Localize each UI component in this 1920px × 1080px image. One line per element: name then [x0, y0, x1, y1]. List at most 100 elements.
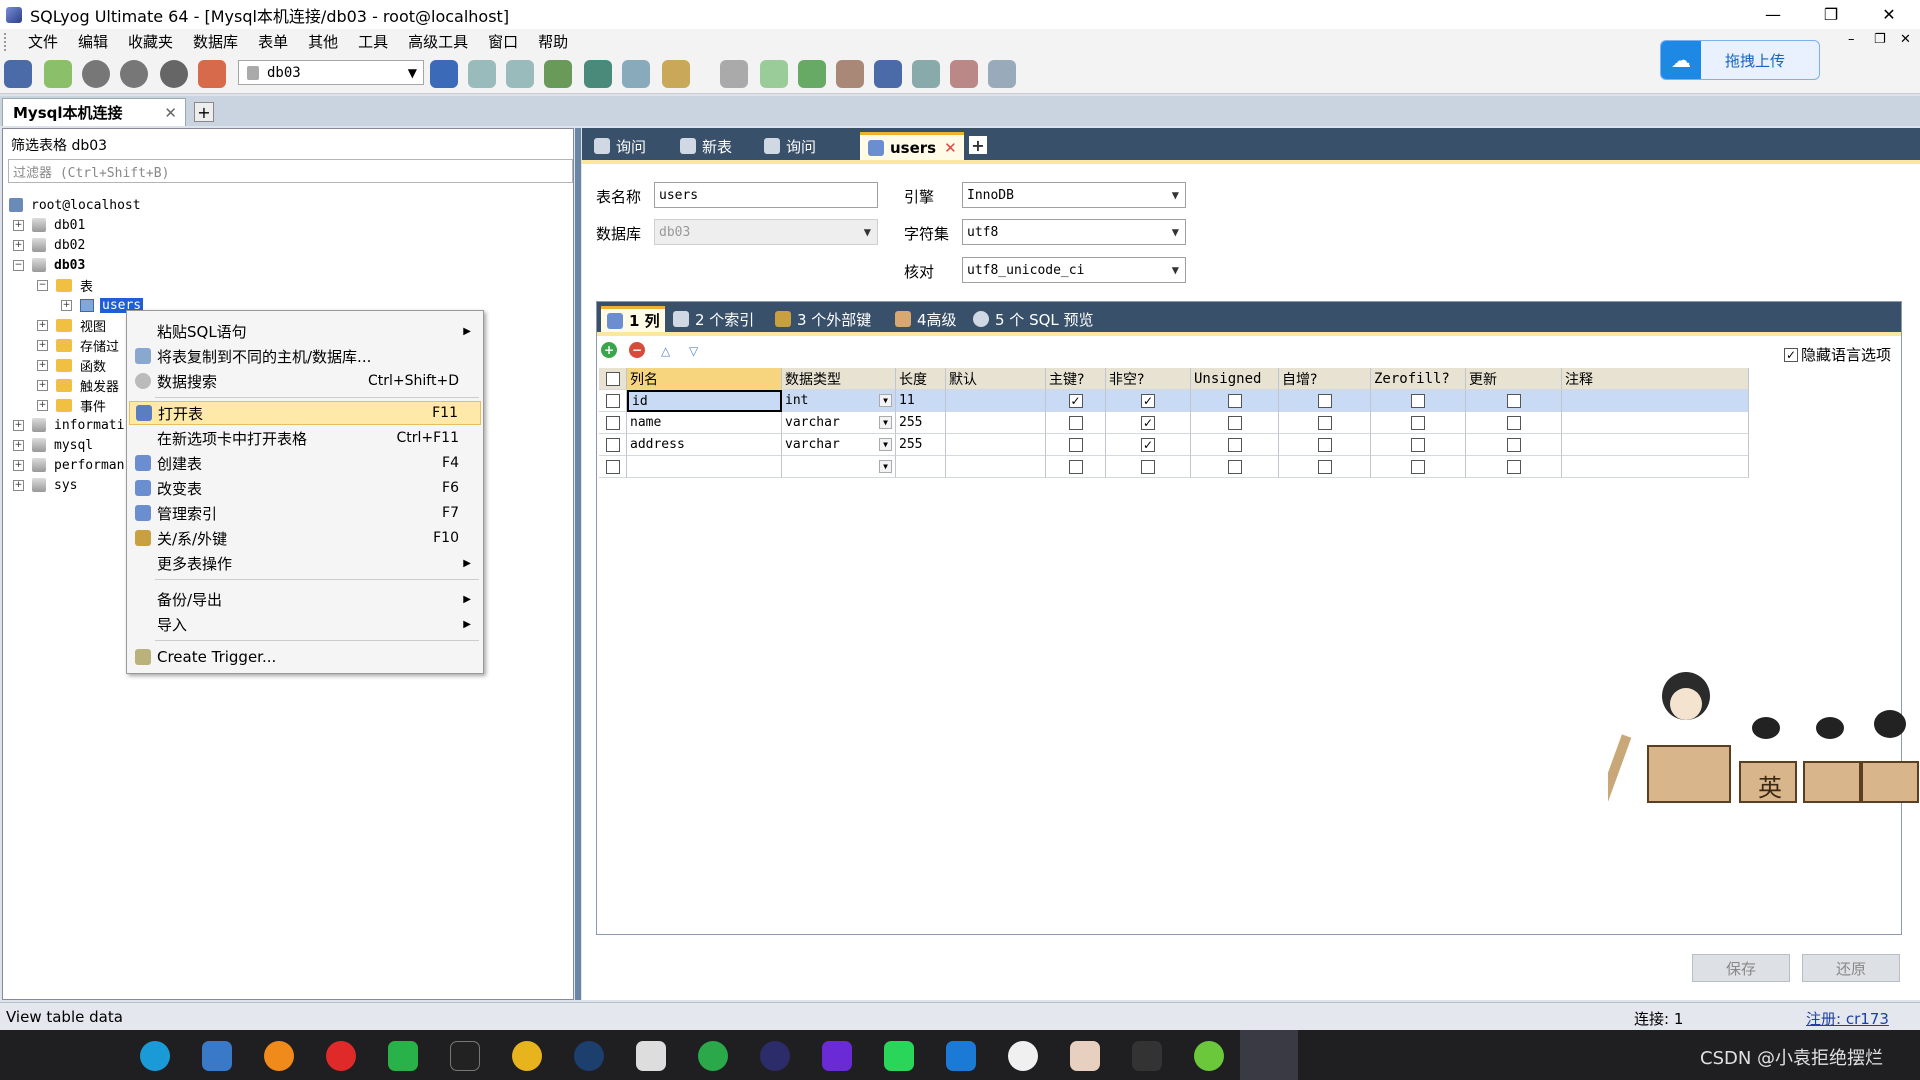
menu-help[interactable]: 帮助	[528, 31, 578, 52]
cell-primary-key[interactable]	[1046, 434, 1106, 456]
cell-comment[interactable]	[1562, 456, 1749, 478]
tab-mysql-connection[interactable]: Mysql本机连接 ✕	[2, 98, 186, 126]
cell-unsigned[interactable]	[1191, 412, 1279, 434]
menu-item-copy-table[interactable]: 将表复制到不同的主机/数据库...	[129, 344, 481, 368]
cell-not-null[interactable]: ✓	[1106, 434, 1191, 456]
mouse-app-icon[interactable]	[1132, 1041, 1162, 1071]
cell-auto-increment[interactable]	[1279, 434, 1371, 456]
cell-not-null[interactable]: ✓	[1106, 412, 1191, 434]
collation-dropdown[interactable]: utf8_unicode_ci ▼	[962, 257, 1186, 283]
menu-item-import[interactable]: 导入 ▶	[129, 612, 481, 636]
cell-column-name[interactable]	[627, 456, 782, 478]
expand-icon[interactable]: +	[13, 479, 24, 491]
table-row[interactable]: ▼	[599, 456, 1759, 478]
cell-unsigned[interactable]	[1191, 434, 1279, 456]
mdi-restore-button[interactable]: ❐	[1874, 32, 1886, 47]
tab-columns[interactable]: 1 列	[601, 306, 665, 332]
menu-file[interactable]: 文件	[18, 31, 68, 52]
tab-sql-preview[interactable]: 5 个 SQL 预览	[973, 306, 1113, 332]
table-row[interactable]: name varchar ▼ 255 ✓	[599, 412, 1759, 434]
cell-comment[interactable]	[1562, 412, 1749, 434]
primary-key-checkbox[interactable]	[1068, 437, 1083, 452]
expand-icon[interactable]: +	[13, 459, 24, 471]
row-select-cell[interactable]	[599, 412, 627, 434]
cell-unsigned[interactable]	[1191, 390, 1279, 412]
tree-folder-tables[interactable]: − 表	[37, 275, 93, 295]
menu-item-more-table-ops[interactable]: 更多表操作 ▶	[129, 551, 481, 575]
cell-length[interactable]: 255	[896, 434, 946, 456]
cell-zerofill[interactable]	[1371, 412, 1466, 434]
not-null-checkbox[interactable]: ✓	[1141, 437, 1155, 452]
table-name-input[interactable]: users	[654, 182, 878, 208]
cell-auto-increment[interactable]	[1279, 456, 1371, 478]
row-select-cell[interactable]	[599, 456, 627, 478]
row-select-cell[interactable]	[599, 434, 627, 456]
database-select[interactable]: db03 ▼	[238, 60, 424, 85]
charset-dropdown[interactable]: utf8 ▼	[962, 219, 1186, 245]
menu-item-backup-export[interactable]: 备份/导出 ▶	[129, 587, 481, 611]
expand-icon[interactable]: +	[37, 359, 48, 371]
cell-auto-increment[interactable]	[1279, 390, 1371, 412]
select-all-checkbox[interactable]	[605, 371, 620, 386]
cell-on-update[interactable]	[1466, 390, 1562, 412]
expand-icon[interactable]: +	[13, 239, 24, 251]
add-row-icon[interactable]: +	[601, 342, 617, 358]
cell-column-name[interactable]: id	[627, 390, 782, 412]
table-row[interactable]: address varchar ▼ 255 ✓	[599, 434, 1759, 456]
tree-db-db01[interactable]: + db01	[13, 215, 85, 235]
expand-icon[interactable]: +	[13, 219, 24, 231]
cell-not-null[interactable]	[1106, 456, 1191, 478]
menu-item-alter-table[interactable]: 改变表 F6	[129, 476, 481, 500]
menu-edit[interactable]: 编辑	[68, 31, 118, 52]
engine-dropdown[interactable]: InnoDB ▼	[962, 182, 1186, 208]
menu-window[interactable]: 窗口	[478, 31, 528, 52]
filter-input[interactable]: 过滤器 (Ctrl+Shift+B)	[8, 159, 573, 183]
migration-icon[interactable]	[836, 60, 864, 88]
tree-db-db02[interactable]: + db02	[13, 235, 85, 255]
not-null-checkbox[interactable]: ✓	[1141, 415, 1155, 430]
collapse-icon[interactable]: −	[13, 259, 24, 271]
primary-key-checkbox[interactable]: ✓	[1068, 393, 1083, 408]
panel-splitter[interactable]	[575, 128, 581, 1000]
not-null-checkbox[interactable]: ✓	[1141, 393, 1155, 408]
hide-language-options[interactable]: ✓ 隐藏语言选项	[1783, 344, 1891, 365]
sync-icon[interactable]	[760, 60, 788, 88]
chevron-down-icon[interactable]: ▼	[879, 394, 892, 407]
delete-row-icon[interactable]: −	[629, 342, 645, 358]
row-select-cell[interactable]	[599, 390, 627, 412]
cell-column-name[interactable]: name	[627, 412, 782, 434]
cell-default[interactable]	[946, 390, 1046, 412]
menu-item-manage-index[interactable]: 管理索引 F7	[129, 501, 481, 525]
cell-length[interactable]: 255	[896, 412, 946, 434]
select-all-cell[interactable]	[599, 368, 627, 390]
move-down-icon[interactable]: ▽	[689, 344, 698, 358]
on-update-checkbox[interactable]	[1506, 437, 1521, 452]
primary-key-checkbox[interactable]	[1068, 415, 1083, 430]
cell-primary-key[interactable]: ✓	[1046, 390, 1106, 412]
stop-icon[interactable]	[160, 60, 188, 88]
collapse-icon[interactable]: −	[37, 279, 48, 291]
tree-folder-procs[interactable]: + 存储过	[37, 335, 119, 355]
menu-favorites[interactable]: 收藏夹	[118, 31, 183, 52]
move-up-icon[interactable]: △	[661, 344, 670, 358]
auto-increment-checkbox[interactable]	[1317, 459, 1332, 474]
row-checkbox[interactable]	[605, 437, 620, 452]
cell-auto-increment[interactable]	[1279, 412, 1371, 434]
flash-app-icon[interactable]	[636, 1041, 666, 1071]
add-connection-tab-button[interactable]: +	[194, 102, 214, 122]
edge-icon[interactable]	[140, 1041, 170, 1071]
cell-zerofill[interactable]	[1371, 390, 1466, 412]
save-button[interactable]: 保存	[1692, 954, 1790, 982]
unsigned-checkbox[interactable]	[1227, 393, 1242, 408]
on-update-checkbox[interactable]	[1506, 459, 1521, 474]
compare-icon[interactable]	[798, 60, 826, 88]
schema-icon[interactable]	[662, 60, 690, 88]
sql-tool-icon[interactable]	[720, 60, 748, 88]
epic-games-icon[interactable]	[450, 1041, 480, 1071]
expand-icon[interactable]: +	[13, 419, 24, 431]
expand-icon[interactable]: +	[61, 299, 72, 311]
cell-length[interactable]	[896, 456, 946, 478]
menu-item-paste-sql[interactable]: 粘贴SQL语句 ▶	[129, 319, 481, 343]
tree-folder-views[interactable]: + 视图	[37, 315, 106, 335]
cell-on-update[interactable]	[1466, 412, 1562, 434]
